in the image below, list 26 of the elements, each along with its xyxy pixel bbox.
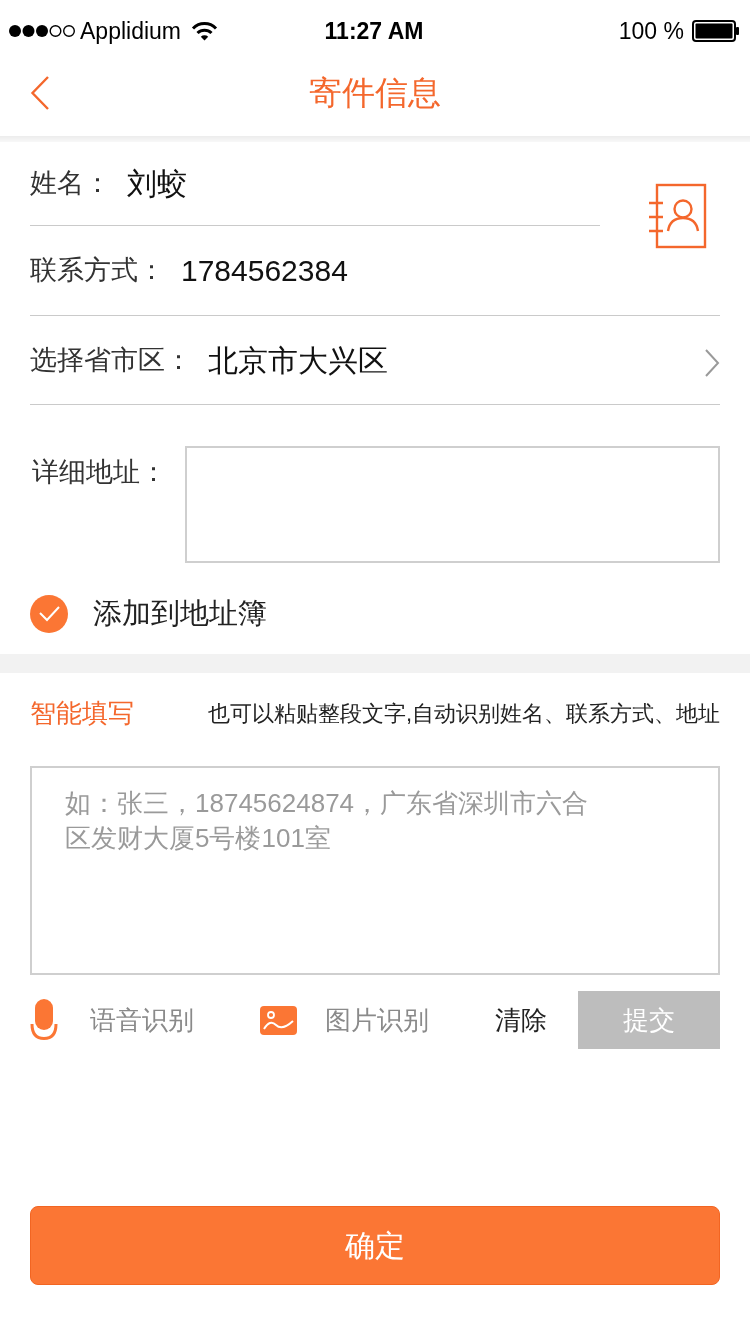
phone-label: 联系方式： <box>30 254 165 288</box>
clear-button[interactable]: 清除 <box>495 1000 547 1040</box>
paste-text-input[interactable]: 如：张三，18745624874，广东省深圳市六合区发财大厦5号楼101室 <box>30 766 720 975</box>
battery-icon <box>692 20 740 42</box>
phone-input[interactable]: 1784562384 <box>181 248 600 293</box>
address-label: 详细地址： <box>31 456 167 489</box>
clock-time: 11:27 AM <box>324 16 424 46</box>
battery-percent: 100 % <box>618 16 684 46</box>
chevron-right-icon[interactable] <box>704 348 720 378</box>
hint-text: 也可以粘贴整段文字,自动识别姓名、联系方式、地址 <box>207 699 720 728</box>
region-label: 选择省市区： <box>30 343 192 377</box>
signal-icon <box>8 24 76 38</box>
section-title: 智能填写 <box>30 696 134 730</box>
image-icon <box>260 1005 297 1035</box>
contact-book-icon[interactable] <box>648 183 708 249</box>
page-title: 寄件信息 <box>309 74 441 112</box>
checkbox-label: 添加到地址簿 <box>93 596 267 632</box>
name-label: 姓名： <box>30 167 111 201</box>
wifi-icon <box>191 21 218 41</box>
checkbox[interactable] <box>30 595 68 633</box>
name-input[interactable]: 刘蛟 <box>127 161 600 206</box>
back-icon[interactable] <box>30 75 50 111</box>
carrier-name: Applidium <box>80 16 181 46</box>
microphone-icon <box>30 999 58 1041</box>
region-value[interactable]: 北京市大兴区 <box>208 337 388 383</box>
address-input[interactable] <box>185 446 720 563</box>
